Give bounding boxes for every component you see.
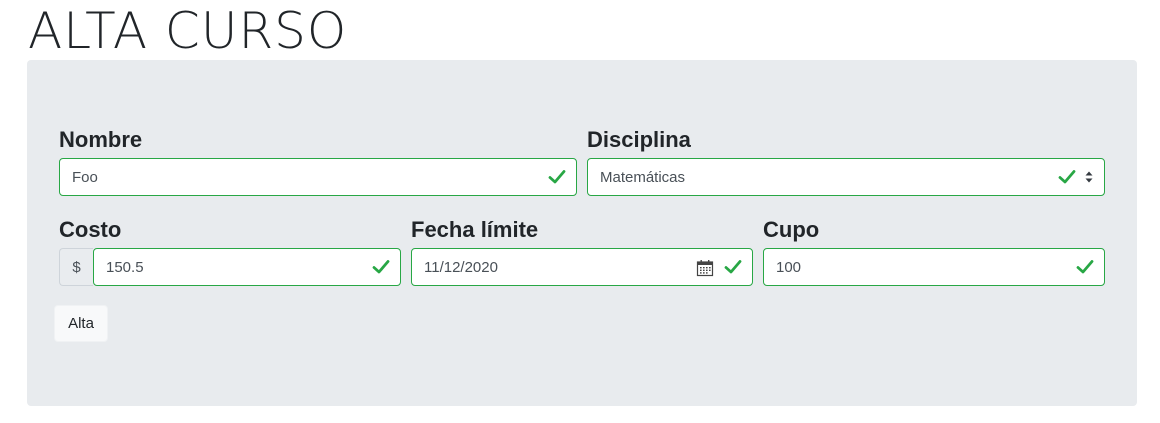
disciplina-select[interactable]: Matemáticas [587, 158, 1105, 196]
select-arrows-icon [1085, 171, 1093, 183]
nombre-label: Nombre [59, 127, 143, 152]
disciplina-value: Matemáticas [600, 169, 686, 186]
costo-label: Costo [59, 217, 122, 242]
costo-value: 150.5 [106, 259, 144, 276]
nombre-value: Foo [72, 169, 98, 186]
nombre-input[interactable]: Foo [59, 158, 577, 196]
fecha-label: Fecha límite [411, 217, 539, 242]
check-icon [1076, 260, 1094, 274]
cupo-input[interactable]: 100 [763, 248, 1105, 286]
fecha-field: Fecha límite 11/12/2020 [411, 215, 753, 288]
disciplina-field: Disciplina Matemáticas [587, 125, 1105, 198]
check-icon [372, 260, 390, 274]
currency-prefix: $ [59, 248, 93, 286]
check-icon [548, 170, 566, 184]
fecha-input[interactable]: 11/12/2020 [411, 248, 753, 286]
check-icon [1058, 170, 1076, 184]
cupo-field: Cupo 100 [763, 215, 1105, 288]
calendar-icon[interactable] [696, 259, 714, 277]
nombre-field: Nombre Foo [59, 125, 577, 198]
costo-field: Costo $ 150.5 [59, 215, 401, 288]
disciplina-label: Disciplina [587, 127, 691, 152]
alta-button[interactable]: Alta [54, 305, 108, 342]
check-icon [724, 260, 742, 274]
fecha-value: 11/12/2020 [424, 259, 498, 276]
costo-input[interactable]: 150.5 [93, 248, 401, 286]
page-title: ALTA CURSO [28, 2, 348, 60]
cupo-value: 100 [776, 259, 802, 276]
cupo-label: Cupo [763, 217, 820, 242]
